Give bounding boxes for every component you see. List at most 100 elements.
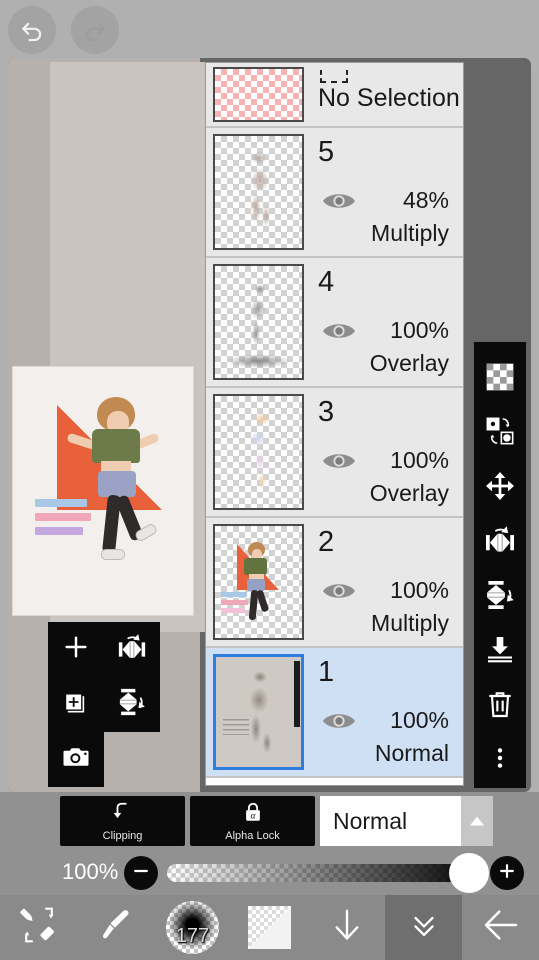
plus-icon — [497, 861, 517, 886]
selection-info: No Selection — [304, 67, 463, 122]
layer-options-bar: Clipping α Alpha Lock Normal — [0, 792, 539, 850]
thumbnail-note-lines — [223, 719, 249, 735]
layer-info: 5 48% Multiply — [304, 134, 463, 250]
undo-icon — [17, 15, 47, 45]
layer-visibility-toggle[interactable] — [320, 448, 358, 479]
more-options-button[interactable] — [474, 734, 526, 789]
flip-vertical-icon — [484, 579, 516, 616]
undo-button[interactable] — [8, 6, 56, 54]
collapse-panel-button[interactable] — [385, 895, 462, 960]
camera-icon — [61, 742, 91, 777]
artwork-shorts — [98, 471, 136, 497]
redo-icon — [80, 15, 110, 45]
bottom-navigation-bar: 177 — [0, 895, 539, 960]
thumbnail-vertical-mark — [294, 661, 300, 727]
opacity-decrease-button[interactable] — [124, 856, 158, 890]
table-row[interactable]: 1 100% Normal — [206, 648, 463, 778]
opacity-slider-track[interactable] — [167, 864, 482, 882]
layer-thumbnail[interactable] — [213, 134, 304, 250]
background-transparency-button[interactable] — [474, 352, 526, 407]
layer-visibility-toggle[interactable] — [320, 318, 358, 349]
add-layer-button[interactable] — [48, 622, 104, 677]
opacity-increase-button[interactable] — [490, 856, 524, 890]
triangle-up-icon[interactable] — [461, 796, 493, 846]
thumbnail-art — [233, 278, 284, 357]
flip-horizontal-button[interactable] — [104, 622, 160, 677]
opacity-slider-thumb[interactable] — [449, 853, 489, 893]
alpha-lock-icon: α — [242, 801, 264, 828]
artwork-shirt — [92, 429, 140, 463]
layer-thumbnail[interactable] — [213, 524, 304, 640]
layer-blend-mode: Overlay — [369, 350, 449, 376]
layer-blend-mode: Multiply — [371, 220, 449, 246]
selection-row[interactable]: No Selection — [206, 63, 463, 128]
redo-button[interactable] — [71, 6, 119, 54]
layers-panel[interactable]: No Selection 5 48% Multiply 4 100% Overl… — [205, 62, 464, 786]
pink-checker-pattern — [215, 69, 302, 120]
swap-layers-button[interactable] — [474, 406, 526, 461]
thumbnail-shadow — [227, 353, 290, 368]
brush-eraser-swap-icon — [18, 904, 60, 951]
eye-icon — [323, 324, 355, 338]
arrow-left-icon — [481, 905, 521, 950]
duplicate-layer-icon — [62, 688, 90, 721]
layer-number: 5 — [318, 136, 335, 168]
eye-icon — [323, 454, 355, 468]
layer-thumbnail[interactable] — [213, 394, 304, 510]
table-row[interactable]: 4 100% Overlay — [206, 258, 463, 388]
trash-icon — [484, 688, 516, 725]
blend-mode-select[interactable]: Normal — [320, 796, 493, 846]
double-chevron-down-icon — [407, 908, 441, 947]
eye-icon — [323, 194, 355, 208]
import-photo-button[interactable] — [48, 732, 104, 787]
alpha-lock-button[interactable]: α Alpha Lock — [190, 796, 315, 846]
artwork-note-line — [35, 513, 91, 521]
layer-visibility-toggle[interactable] — [320, 708, 358, 739]
table-row[interactable]: 5 48% Multiply — [206, 128, 463, 258]
layer-number: 2 — [318, 526, 335, 558]
opacity-value: 100% — [62, 859, 119, 884]
flip-horizontal-icon — [117, 632, 147, 667]
delete-layer-button[interactable] — [474, 679, 526, 734]
selection-label: No Selection — [318, 84, 460, 112]
layer-info: 2 100% Multiply — [304, 524, 463, 640]
layer-thumbnail[interactable] — [213, 264, 304, 380]
layer-info: 3 100% Overlay — [304, 394, 463, 510]
layer-visibility-toggle[interactable] — [320, 578, 358, 609]
plus-icon — [62, 633, 90, 666]
thumbnail-sketch-figure — [233, 665, 284, 759]
artwork-shoe-left — [101, 549, 125, 560]
selection-thumbnail — [213, 67, 304, 122]
download-button[interactable] — [308, 895, 385, 960]
swap-layers-icon — [484, 415, 516, 452]
eye-icon — [323, 714, 355, 728]
merge-down-button[interactable] — [474, 624, 526, 679]
flip-horizontal-button[interactable] — [474, 515, 526, 570]
eye-icon — [323, 584, 355, 598]
more-vertical-icon — [486, 744, 514, 777]
brush-button[interactable] — [77, 895, 154, 960]
tool-switch-button[interactable] — [0, 895, 77, 960]
color-button[interactable] — [231, 895, 308, 960]
brush-size-icon: 177 — [166, 901, 219, 954]
layer-opacity: 100% — [390, 317, 449, 343]
move-layer-button[interactable] — [474, 461, 526, 516]
duplicate-layer-button[interactable] — [48, 677, 104, 732]
layer-thumbnail[interactable] — [213, 654, 304, 770]
layer-info: 4 100% Overlay — [304, 264, 463, 380]
layer-opacity: 100% — [390, 577, 449, 603]
table-row[interactable]: 3 100% Overlay — [206, 388, 463, 518]
flip-vertical-icon — [117, 687, 147, 722]
flip-vertical-button[interactable] — [474, 570, 526, 625]
brush-size-button[interactable]: 177 — [154, 895, 231, 960]
checkerboard-icon — [484, 361, 516, 398]
clipping-button[interactable]: Clipping — [60, 796, 185, 846]
table-row[interactable]: 2 100% Multiply — [206, 518, 463, 648]
minus-icon — [131, 861, 151, 886]
back-button[interactable] — [462, 895, 539, 960]
merge-down-icon — [484, 633, 516, 670]
brush-size-value: 177 — [175, 925, 210, 947]
thumbnail-art — [235, 406, 282, 493]
flip-vertical-button[interactable] — [104, 677, 160, 732]
layer-visibility-toggle[interactable] — [320, 188, 358, 219]
